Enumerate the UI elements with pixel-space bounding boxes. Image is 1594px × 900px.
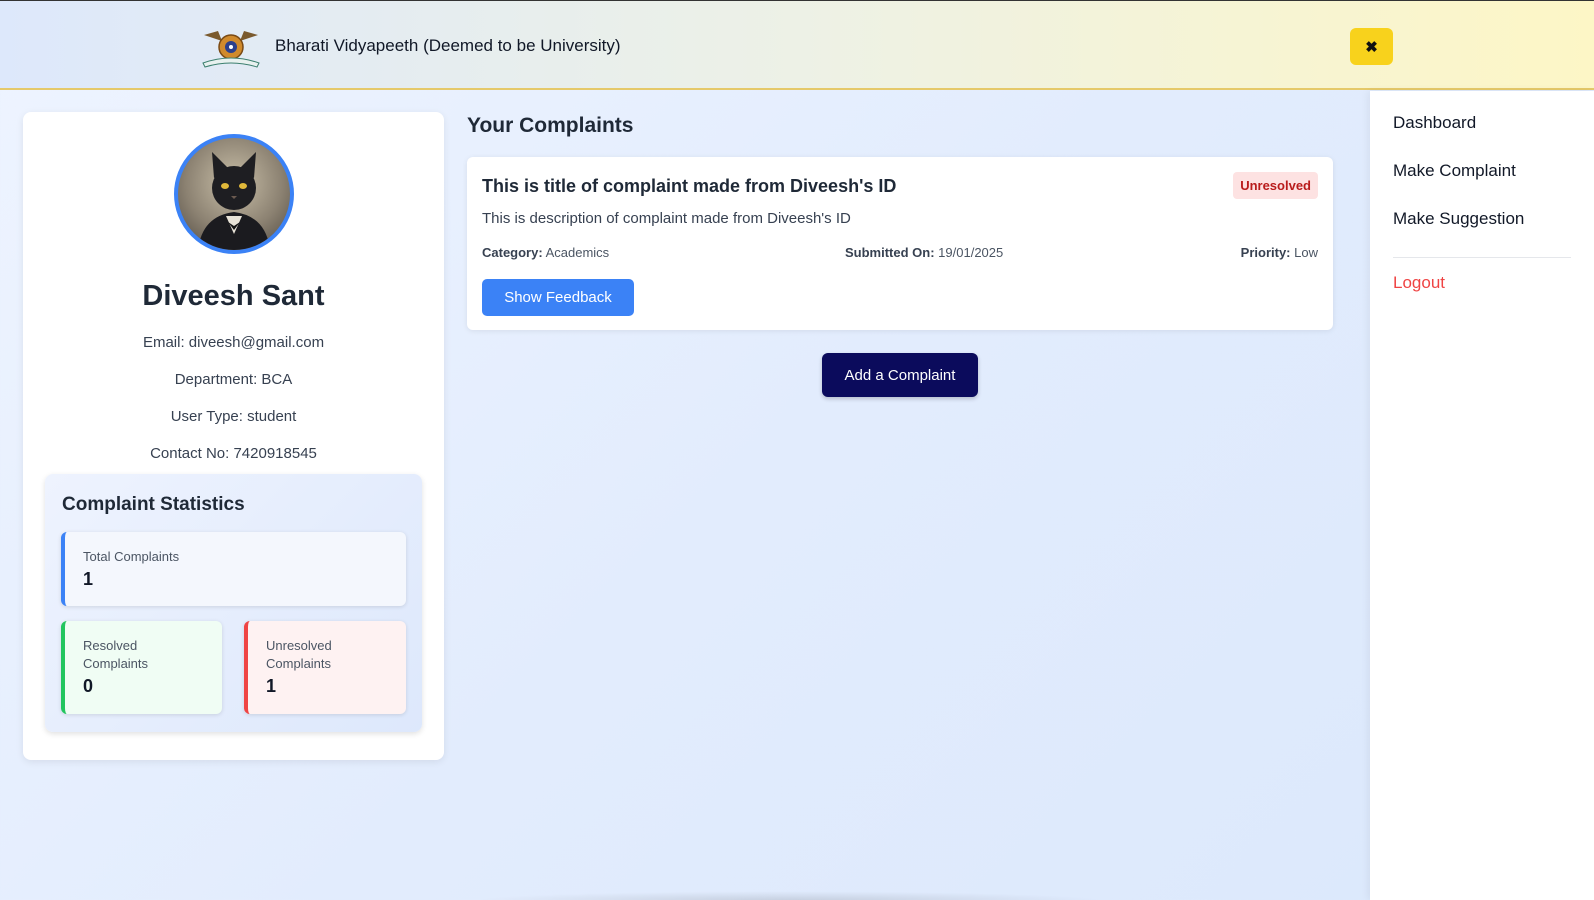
profile-department: Department: BCA [174,371,293,388]
university-emblem-icon [200,23,262,69]
university-title: Bharati Vidyapeeth (Deemed to be Univers… [275,36,621,55]
profile-name: Diveesh Sant [142,280,325,312]
stat-label: Total Complaints [83,549,180,564]
show-feedback-button[interactable]: Show Feedback [482,279,634,316]
category-label: Category: [482,245,543,260]
category-value: Academics [545,245,610,260]
complaint-title: This is title of complaint made from Div… [482,176,897,196]
profile-contact: Contact No: 7420918545 [150,445,317,462]
profile-user-type: User Type: student [170,408,297,425]
complaint-priority: Priority: Low [1241,245,1318,260]
submitted-value: 19/01/2025 [938,245,1004,260]
stat-label: Resolved Complaints [83,638,149,671]
close-menu-button[interactable]: ✖ [1350,28,1393,65]
submitted-label: Submitted On: [845,245,935,260]
avatar-cat-icon [174,134,294,254]
top-header: Bharati Vidyapeeth (Deemed to be Univers… [0,0,1594,90]
main-content: Diveesh Sant Email: diveesh@gmail.com De… [0,91,1356,900]
stat-value: 1 [266,676,277,696]
complaint-statistics: Complaint Statistics Total Complaints 1 … [45,474,422,732]
menu-item-dashboard[interactable]: Dashboard [1393,113,1476,133]
profile-email: Email: diveesh@gmail.com [142,334,325,351]
add-complaint-button[interactable]: Add a Complaint [822,353,978,397]
resolved-complaints-stat: Resolved Complaints 0 [61,621,222,714]
decorative-shadow [470,891,1110,900]
complaint-submitted-on: Submitted On: 19/01/2025 [845,245,1003,260]
menu-item-make-complaint[interactable]: Make Complaint [1393,161,1516,181]
menu-divider [1393,257,1571,258]
complaints-heading: Your Complaints [467,114,634,137]
stat-label: Unresolved Complaints [266,638,332,671]
menu-item-make-suggestion[interactable]: Make Suggestion [1393,209,1524,229]
stat-value: 0 [83,676,94,696]
complaint-category: Category: Academics [482,245,609,260]
complaint-description: This is description of complaint made fr… [482,210,851,227]
close-icon: ✖ [1365,38,1378,56]
complaint-card: This is title of complaint made from Div… [467,157,1333,330]
stat-value: 1 [83,569,94,589]
priority-value: Low [1294,245,1318,260]
statistics-title: Complaint Statistics [62,494,245,515]
side-menu: Dashboard Make Complaint Make Suggestion… [1370,91,1594,900]
logout-link[interactable]: Logout [1393,273,1445,293]
profile-card: Diveesh Sant Email: diveesh@gmail.com De… [23,112,444,760]
priority-label: Priority: [1240,245,1291,260]
unresolved-complaints-stat: Unresolved Complaints 1 [244,621,406,714]
status-badge: Unresolved [1233,172,1318,199]
total-complaints-stat: Total Complaints 1 [61,532,406,606]
